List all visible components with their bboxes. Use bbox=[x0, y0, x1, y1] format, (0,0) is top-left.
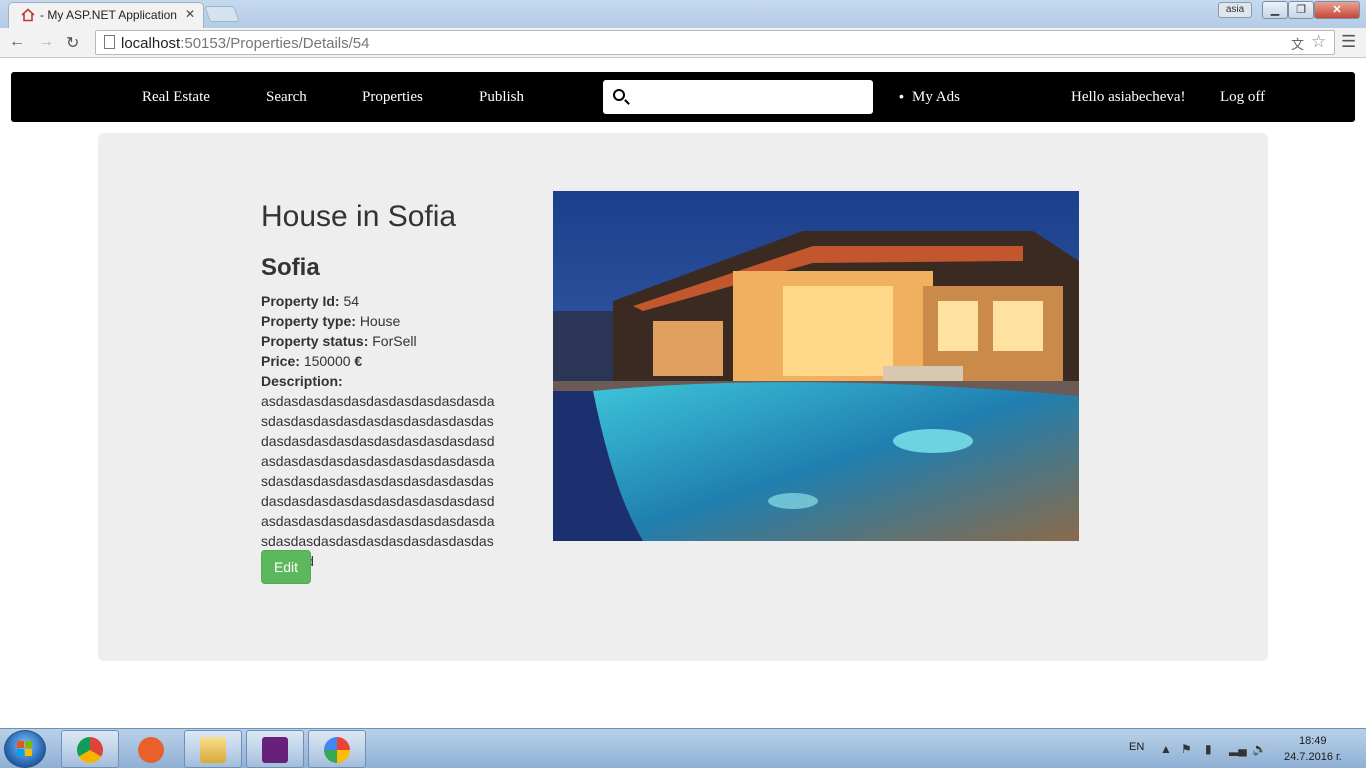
rocket-app-icon bbox=[138, 737, 164, 763]
clock-time[interactable]: 18:49 bbox=[1299, 735, 1327, 747]
nav-link-publish[interactable]: Publish bbox=[479, 89, 524, 106]
brand-link[interactable]: Real Estate bbox=[142, 89, 210, 106]
bullet: • bbox=[899, 88, 904, 104]
os-taskbar: EN ▲ ⚑ ▮ ▂▄ 🔊 18:49 24.7.2016 г. bbox=[0, 728, 1366, 768]
site-navbar: Real Estate Search Properties Publish • … bbox=[11, 72, 1355, 122]
close-window-button[interactable]: ✕ bbox=[1314, 1, 1360, 19]
taskbar-explorer[interactable] bbox=[184, 730, 242, 768]
property-city: Sofia bbox=[261, 254, 320, 281]
picasa-icon bbox=[324, 737, 350, 763]
search-input[interactable] bbox=[633, 84, 865, 110]
new-tab-button[interactable] bbox=[204, 6, 240, 22]
property-fields: Property Id: 54 Property type: House Pro… bbox=[261, 291, 497, 571]
minimize-button[interactable]: ▁ bbox=[1262, 1, 1288, 19]
windows-logo-icon bbox=[17, 741, 33, 757]
show-hidden-icons-icon[interactable]: ▲ bbox=[1160, 742, 1172, 756]
property-type-value: House bbox=[359, 313, 401, 329]
property-status-value: ForSell bbox=[372, 333, 417, 349]
tab-title: - My ASP.NET Application bbox=[40, 8, 177, 22]
address-bar[interactable]: localhost:50153/Properties/Details/54 文 … bbox=[95, 30, 1335, 55]
taskbar-rocket-app[interactable] bbox=[122, 730, 180, 768]
property-details-panel: House in Sofia Sofia Property Id: 54 Pro… bbox=[98, 133, 1268, 661]
back-arrow-icon[interactable]: ← bbox=[9, 33, 25, 51]
search-icon bbox=[613, 89, 625, 101]
logoff-link[interactable]: Log off bbox=[1220, 89, 1265, 106]
currency-symbol: € bbox=[354, 353, 363, 369]
property-title: House in Sofia bbox=[261, 200, 457, 233]
translate-icon[interactable]: 文 bbox=[1291, 34, 1304, 53]
property-description-value: asdasdasdasdasdasdasdasdasdasdasdasdasda… bbox=[261, 393, 495, 569]
visual-studio-icon bbox=[262, 737, 288, 763]
browser-menu-icon[interactable]: ☰ bbox=[1341, 32, 1356, 52]
chrome-icon bbox=[77, 737, 103, 763]
taskbar-visual-studio[interactable] bbox=[246, 730, 304, 768]
property-price-value: 150000 bbox=[303, 353, 351, 369]
nav-link-my-ads[interactable]: My Ads bbox=[912, 89, 960, 106]
nav-link-search[interactable]: Search bbox=[266, 89, 307, 106]
nav-link-properties[interactable]: Properties bbox=[362, 89, 423, 106]
property-price-row: Price: 150000 € bbox=[261, 353, 363, 369]
search-box[interactable] bbox=[603, 80, 873, 114]
property-id-value: 54 bbox=[343, 293, 360, 309]
folder-icon bbox=[200, 737, 226, 763]
power-icon[interactable]: ▮ bbox=[1205, 742, 1212, 756]
property-id-row: Property Id: 54 bbox=[261, 293, 360, 309]
page-icon bbox=[104, 35, 115, 49]
property-description-row: Description: bbox=[261, 373, 343, 389]
close-icon: ✕ bbox=[1332, 4, 1342, 16]
maximize-button[interactable]: ❐ bbox=[1288, 1, 1314, 19]
reload-icon[interactable]: ↻ bbox=[66, 33, 79, 53]
start-button[interactable] bbox=[4, 730, 46, 768]
user-greeting-link[interactable]: Hello asiabecheva! bbox=[1071, 89, 1186, 106]
bookmark-star-icon[interactable]: ☆ bbox=[1311, 32, 1326, 52]
property-photo bbox=[553, 191, 1079, 541]
forward-arrow-icon[interactable]: → bbox=[38, 33, 54, 51]
taskbar-picasa[interactable] bbox=[308, 730, 366, 768]
restore-icon: ❐ bbox=[1296, 4, 1306, 16]
home-icon bbox=[21, 8, 35, 22]
browser-tab[interactable]: - My ASP.NET Application ✕ bbox=[8, 2, 204, 28]
browser-titlebar: - My ASP.NET Application ✕ asia ▁ ❐ ✕ bbox=[0, 0, 1366, 28]
property-status-row: Property status: ForSell bbox=[261, 333, 417, 349]
url-text[interactable]: localhost:50153/Properties/Details/54 bbox=[121, 35, 369, 52]
clock-date[interactable]: 24.7.2016 г. bbox=[1284, 751, 1342, 763]
edit-button[interactable]: Edit bbox=[261, 550, 311, 584]
volume-icon[interactable]: 🔊 bbox=[1252, 742, 1267, 756]
language-indicator[interactable]: EN bbox=[1129, 741, 1144, 753]
property-type-row: Property type: House bbox=[261, 313, 401, 329]
tab-close-icon[interactable]: ✕ bbox=[185, 7, 195, 21]
profile-button[interactable]: asia bbox=[1218, 2, 1252, 18]
action-center-icon[interactable]: ⚑ bbox=[1181, 742, 1192, 756]
taskbar-chrome[interactable] bbox=[61, 730, 119, 768]
network-icon[interactable]: ▂▄ bbox=[1229, 742, 1247, 756]
minimize-icon: ▁ bbox=[1270, 4, 1280, 16]
browser-toolbar: ← → ↻ localhost:50153/Properties/Details… bbox=[0, 28, 1366, 58]
